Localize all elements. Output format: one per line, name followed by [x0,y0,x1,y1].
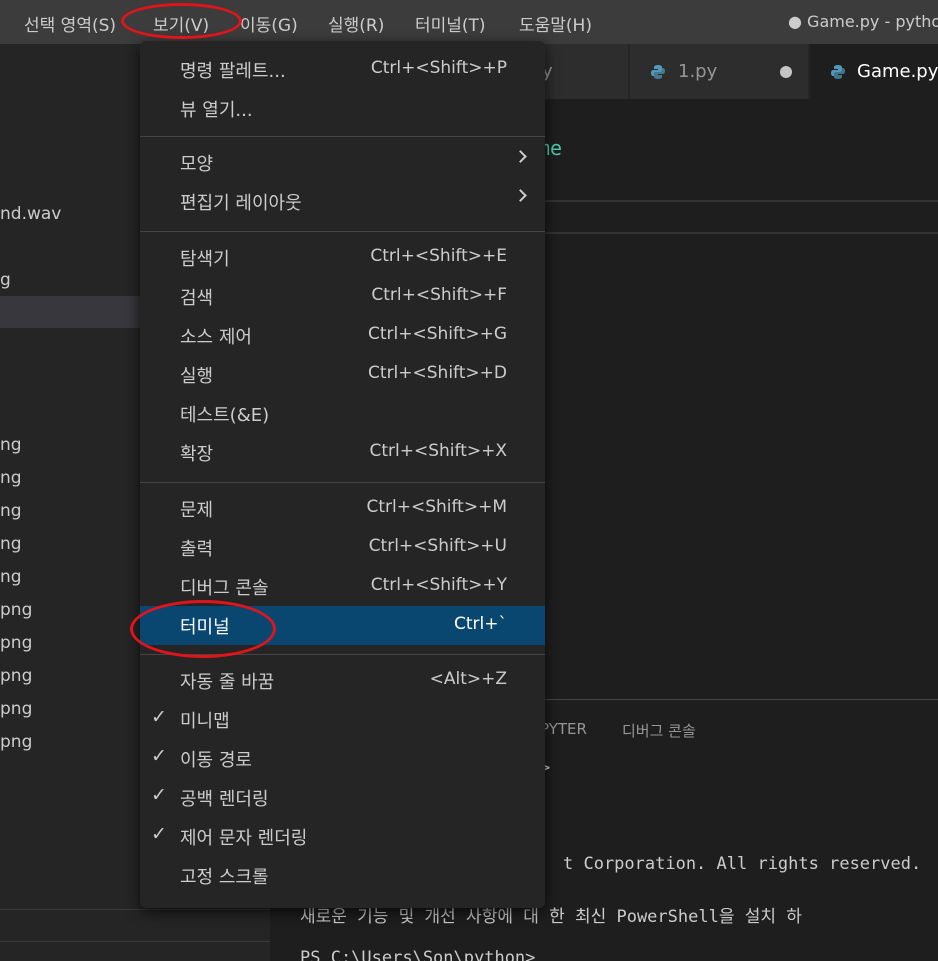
menu-separator [140,482,545,483]
panel-tab-debug-console[interactable]: 디버그 콘솔 [622,720,696,741]
editor-divider [540,200,938,202]
file-item[interactable]: g [0,270,11,290]
tab-label: 1.py [678,61,718,82]
file-item[interactable]: png [0,600,32,620]
menu-item-extensions[interactable]: 확장 Ctrl+<Shift>+X [140,433,545,472]
menu-item-problems[interactable]: 문제 Ctrl+<Shift>+M [140,489,545,528]
checkmark-icon: ✓ [151,823,167,845]
menu-item-appearance[interactable]: 모양 [140,143,545,182]
menu-item-word-wrap[interactable]: 자동 줄 바꿈 <Alt>+Z [140,661,545,700]
menu-help[interactable]: 도움말(H) [519,11,592,36]
tab-1-py[interactable]: 1.py [630,44,808,99]
sidebar-divider [0,941,270,942]
shortcut-text: Ctrl+<Shift>+M [366,497,507,517]
shortcut-text: Ctrl+<Shift>+P [370,58,507,78]
shortcut-text: Ctrl+<Shift>+D [368,363,507,383]
file-item[interactable]: ng [0,567,22,587]
menu-item-editor-layout[interactable]: 편집기 레이아웃 [140,182,545,221]
menu-item-minimap[interactable]: ✓ 미니맵 [140,700,545,739]
checkmark-icon: ✓ [151,784,167,806]
shortcut-text: Ctrl+` [454,614,507,634]
sidebar-divider [0,909,270,910]
menu-item-render-whitespace[interactable]: ✓ 공백 렌더링 [140,778,545,817]
shortcut-text: Ctrl+<Shift>+U [368,536,507,556]
menu-item-render-control-chars[interactable]: ✓ 제어 문자 렌더링 [140,817,545,856]
chevron-right-icon [514,150,527,163]
terminal-line: PS C:\Users\Son\python> [300,948,536,961]
menu-separator [140,231,545,232]
menu-item-testing[interactable]: 테스트(&E) [140,394,545,433]
annotation-circle [130,600,276,658]
menu-separator [140,136,545,137]
menu-selection[interactable]: 선택 영역(S) [24,11,116,36]
menu-go[interactable]: 이동(G) [240,11,298,36]
file-item[interactable]: nd.wav [0,204,61,224]
shortcut-text: Ctrl+<Shift>+E [370,246,507,266]
menu-item-source-control[interactable]: 소스 제어 Ctrl+<Shift>+G [140,316,545,355]
view-menu-dropdown: 명령 팔레트... Ctrl+<Shift>+P 뷰 열기... 모양 편집기 … [140,41,545,908]
file-item[interactable]: ng [0,501,22,521]
chevron-right-icon [514,189,527,202]
menu-item-open-view[interactable]: 뷰 열기... [140,89,545,128]
menu-terminal[interactable]: 터미널(T) [415,11,486,36]
shortcut-text: Ctrl+<Shift>+G [367,324,507,344]
file-item[interactable]: png [0,699,32,719]
shortcut-text: Ctrl+<Shift>+F [371,285,507,305]
menu-item-sticky-scroll[interactable]: 고정 스크롤 [140,856,545,895]
panel-tab-jupyter[interactable]: PYTER [540,720,587,738]
terminal-line: t Corporation. All rights reserved. [563,854,922,874]
shortcut-text: <Alt>+Z [429,669,507,689]
menu-item-run[interactable]: 실행 Ctrl+<Shift>+D [140,355,545,394]
shortcut-text: Ctrl+<Shift>+Y [370,575,507,595]
checkmark-icon: ✓ [151,745,167,767]
python-icon [831,65,845,79]
file-item[interactable]: ng [0,435,22,455]
menu-item-search[interactable]: 검색 Ctrl+<Shift>+F [140,277,545,316]
file-item[interactable]: ng [0,468,22,488]
shortcut-text: Ctrl+<Shift>+X [369,441,507,461]
annotation-circle [121,3,242,39]
vscode-window: 선택 영역(S) 보기(V) 이동(G) 실행(R) 터미널(T) 도움말(H)… [0,0,938,961]
file-item[interactable]: png [0,732,32,752]
window-title: ● Game.py - pytho [788,12,938,31]
tab-label: Game.py [857,61,938,82]
menu-item-explorer[interactable]: 탐색기 Ctrl+<Shift>+E [140,238,545,277]
menu-run[interactable]: 실행(R) [328,11,384,36]
python-icon [651,65,665,79]
checkmark-icon: ✓ [151,706,167,728]
file-item[interactable]: png [0,633,32,653]
editor-divider [540,232,938,234]
file-item[interactable]: png [0,666,32,686]
unsaved-dot-icon [780,66,792,78]
tab-game-py[interactable]: Game.py [810,44,938,99]
file-item[interactable]: ng [0,534,22,554]
menu-item-command-palette[interactable]: 명령 팔레트... Ctrl+<Shift>+P [140,50,545,89]
menu-item-output[interactable]: 출력 Ctrl+<Shift>+U [140,528,545,567]
menu-item-breadcrumbs[interactable]: ✓ 이동 경로 [140,739,545,778]
